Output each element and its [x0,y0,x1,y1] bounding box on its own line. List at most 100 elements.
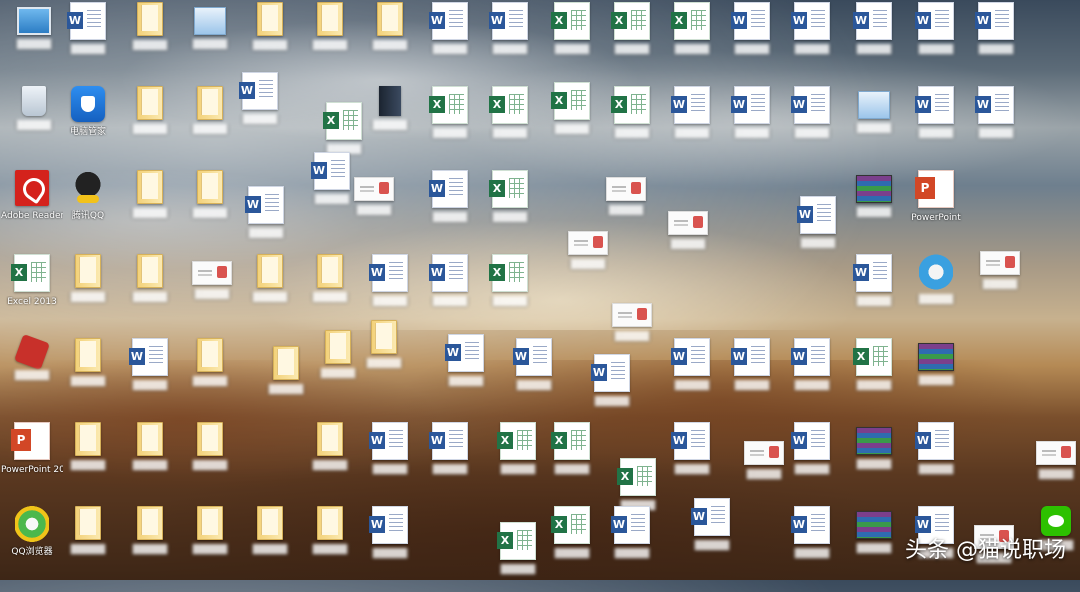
desktop-icon[interactable]: █████ [56,506,120,576]
desktop-icon[interactable]: █████ [580,354,644,424]
desktop-icon[interactable]: █████ [178,338,242,408]
desktop-icon[interactable]: █████ [842,170,906,240]
desktop-icon[interactable]: █████ [842,254,906,324]
desktop-icon[interactable]: █████ [352,320,416,390]
desktop-icon[interactable]: █████ [298,422,362,492]
desktop-icon[interactable]: █████ [780,86,844,156]
desktop-icon[interactable]: █████ [904,254,968,324]
desktop-icon[interactable]: Adobe Reader XI [0,170,64,240]
desktop-icon[interactable]: █████ [502,338,566,408]
desktop-icon-label: █████ [70,545,106,555]
desktop-icon[interactable]: █████ [180,254,244,324]
desktop-icon[interactable]: █████ [660,2,724,72]
desktop[interactable]: █████ █████ █████ █████ █████ █████ █████ █████… [0,0,1080,580]
desktop-icon[interactable]: █████ [904,338,968,408]
desktop-icon[interactable]: █████ [540,506,604,576]
desktop-icon[interactable]: █████ [238,506,302,576]
desktop-icon[interactable]: Excel 2013 [0,254,64,324]
desktop-icon[interactable]: █████ [358,422,422,492]
desktop-icon[interactable]: █████ [358,86,422,156]
desktop-icon[interactable]: █████ [842,86,906,156]
desktop-icon[interactable]: █████ [904,2,968,72]
desktop-icon[interactable]: 腾讯QQ [56,170,120,240]
desktop-icon[interactable]: █████ [56,338,120,408]
desktop-icon-label: █████ [252,545,288,555]
desktop-icon[interactable]: PowerPoint [904,170,968,240]
desktop-icon[interactable]: █████ [342,170,406,240]
desktop-icon[interactable]: █████ [118,170,182,240]
desktop-icon[interactable]: █████ [118,338,182,408]
desktop-icon[interactable]: █████ [720,338,784,408]
desktop-icon[interactable]: █████ [964,86,1028,156]
desktop-icon[interactable]: █████ [178,506,242,576]
excel-workbook-icon [611,86,650,124]
desktop-icon[interactable]: █████ [660,422,724,492]
desktop-icon[interactable]: █████ [656,204,720,274]
desktop-icon[interactable]: █████ [178,2,242,72]
desktop-icon[interactable]: █████ [780,338,844,408]
desktop-icon[interactable]: █████ [720,2,784,72]
desktop-icon[interactable]: █████ [56,254,120,324]
desktop-icon[interactable]: PowerPoint 2013 [0,422,64,492]
desktop-icon[interactable]: █████ [118,422,182,492]
desktop-icon[interactable]: █████ [234,186,298,256]
desktop-icon[interactable]: █████ [720,86,784,156]
desktop-icon[interactable]: █████ [118,86,182,156]
desktop-icon[interactable]: █████ [418,422,482,492]
desktop-icon[interactable]: █████ [680,498,744,568]
desktop-icon[interactable]: █████ [118,2,182,72]
desktop-icon[interactable]: █████ [842,2,906,72]
desktop-icon[interactable]: █████ [1024,434,1080,504]
desktop-icon[interactable]: █████ [478,170,542,240]
desktop-icon[interactable]: 电脑管家 [56,86,120,156]
desktop-icon[interactable]: █████ [660,338,724,408]
desktop-icon[interactable]: █████ [418,254,482,324]
desktop-icon[interactable]: █████ [118,254,182,324]
desktop-icon[interactable]: █████ [358,2,422,72]
desktop-icon[interactable]: █████ [418,170,482,240]
desktop-icon[interactable]: █████ [178,170,242,240]
desktop-icon[interactable]: █████ [298,2,362,72]
desktop-icon[interactable]: █████ [434,334,498,404]
desktop-icon[interactable]: █████ [600,2,664,72]
desktop-icon[interactable]: █████ [358,506,422,576]
desktop-icon[interactable]: █████ [904,422,968,492]
desktop-icon[interactable]: █████ [780,2,844,72]
desktop-icon[interactable]: █████ [842,422,906,492]
desktop-icon[interactable]: █████ [418,86,482,156]
desktop-icon[interactable]: █████ [904,86,968,156]
desktop-icon[interactable]: █████ [842,506,906,576]
desktop-icon[interactable]: █████ [298,254,362,324]
desktop-icon[interactable]: █████ [298,506,362,576]
desktop-icon[interactable]: █████ [786,196,850,266]
desktop-icon[interactable]: █████ [540,82,604,152]
desktop-icon[interactable]: █████ [600,506,664,576]
desktop-icon[interactable]: █████ [780,506,844,576]
desktop-icon[interactable]: █████ [56,422,120,492]
desktop-icon[interactable]: █████ [56,2,120,72]
desktop-icon[interactable]: █████ [0,334,64,408]
desktop-icon[interactable]: █████ [178,422,242,492]
folder-icon [197,422,223,456]
desktop-icon[interactable]: █████ [238,254,302,324]
desktop-icon[interactable]: █████ [540,422,604,492]
desktop-icon[interactable]: █████ [540,2,604,72]
desktop-icon[interactable]: █████ [358,254,422,324]
desktop-icon[interactable]: █████ [842,338,906,408]
desktop-icon[interactable]: █████ [418,2,482,72]
desktop-icon[interactable]: █████ [228,72,292,142]
desktop-icon[interactable]: █████ [660,86,724,156]
desktop-icon[interactable]: █████ [238,2,302,72]
word-document-icon [429,2,468,40]
desktop-icon[interactable]: █████ [964,2,1028,72]
desktop-icon[interactable]: █████ [600,86,664,156]
desktop-icon[interactable]: █████ [556,224,620,294]
desktop-icon[interactable]: █████ [478,2,542,72]
desktop-icon[interactable]: █████ [118,506,182,576]
desktop-icon[interactable]: █████ [780,422,844,492]
desktop-icon[interactable]: █████ [968,244,1032,314]
desktop-icon[interactable]: █████ [478,86,542,156]
desktop-icon[interactable]: █████ [478,254,542,324]
desktop-icon-label: █████ [242,115,278,125]
desktop-icon[interactable]: QQ浏览器 [0,506,64,576]
